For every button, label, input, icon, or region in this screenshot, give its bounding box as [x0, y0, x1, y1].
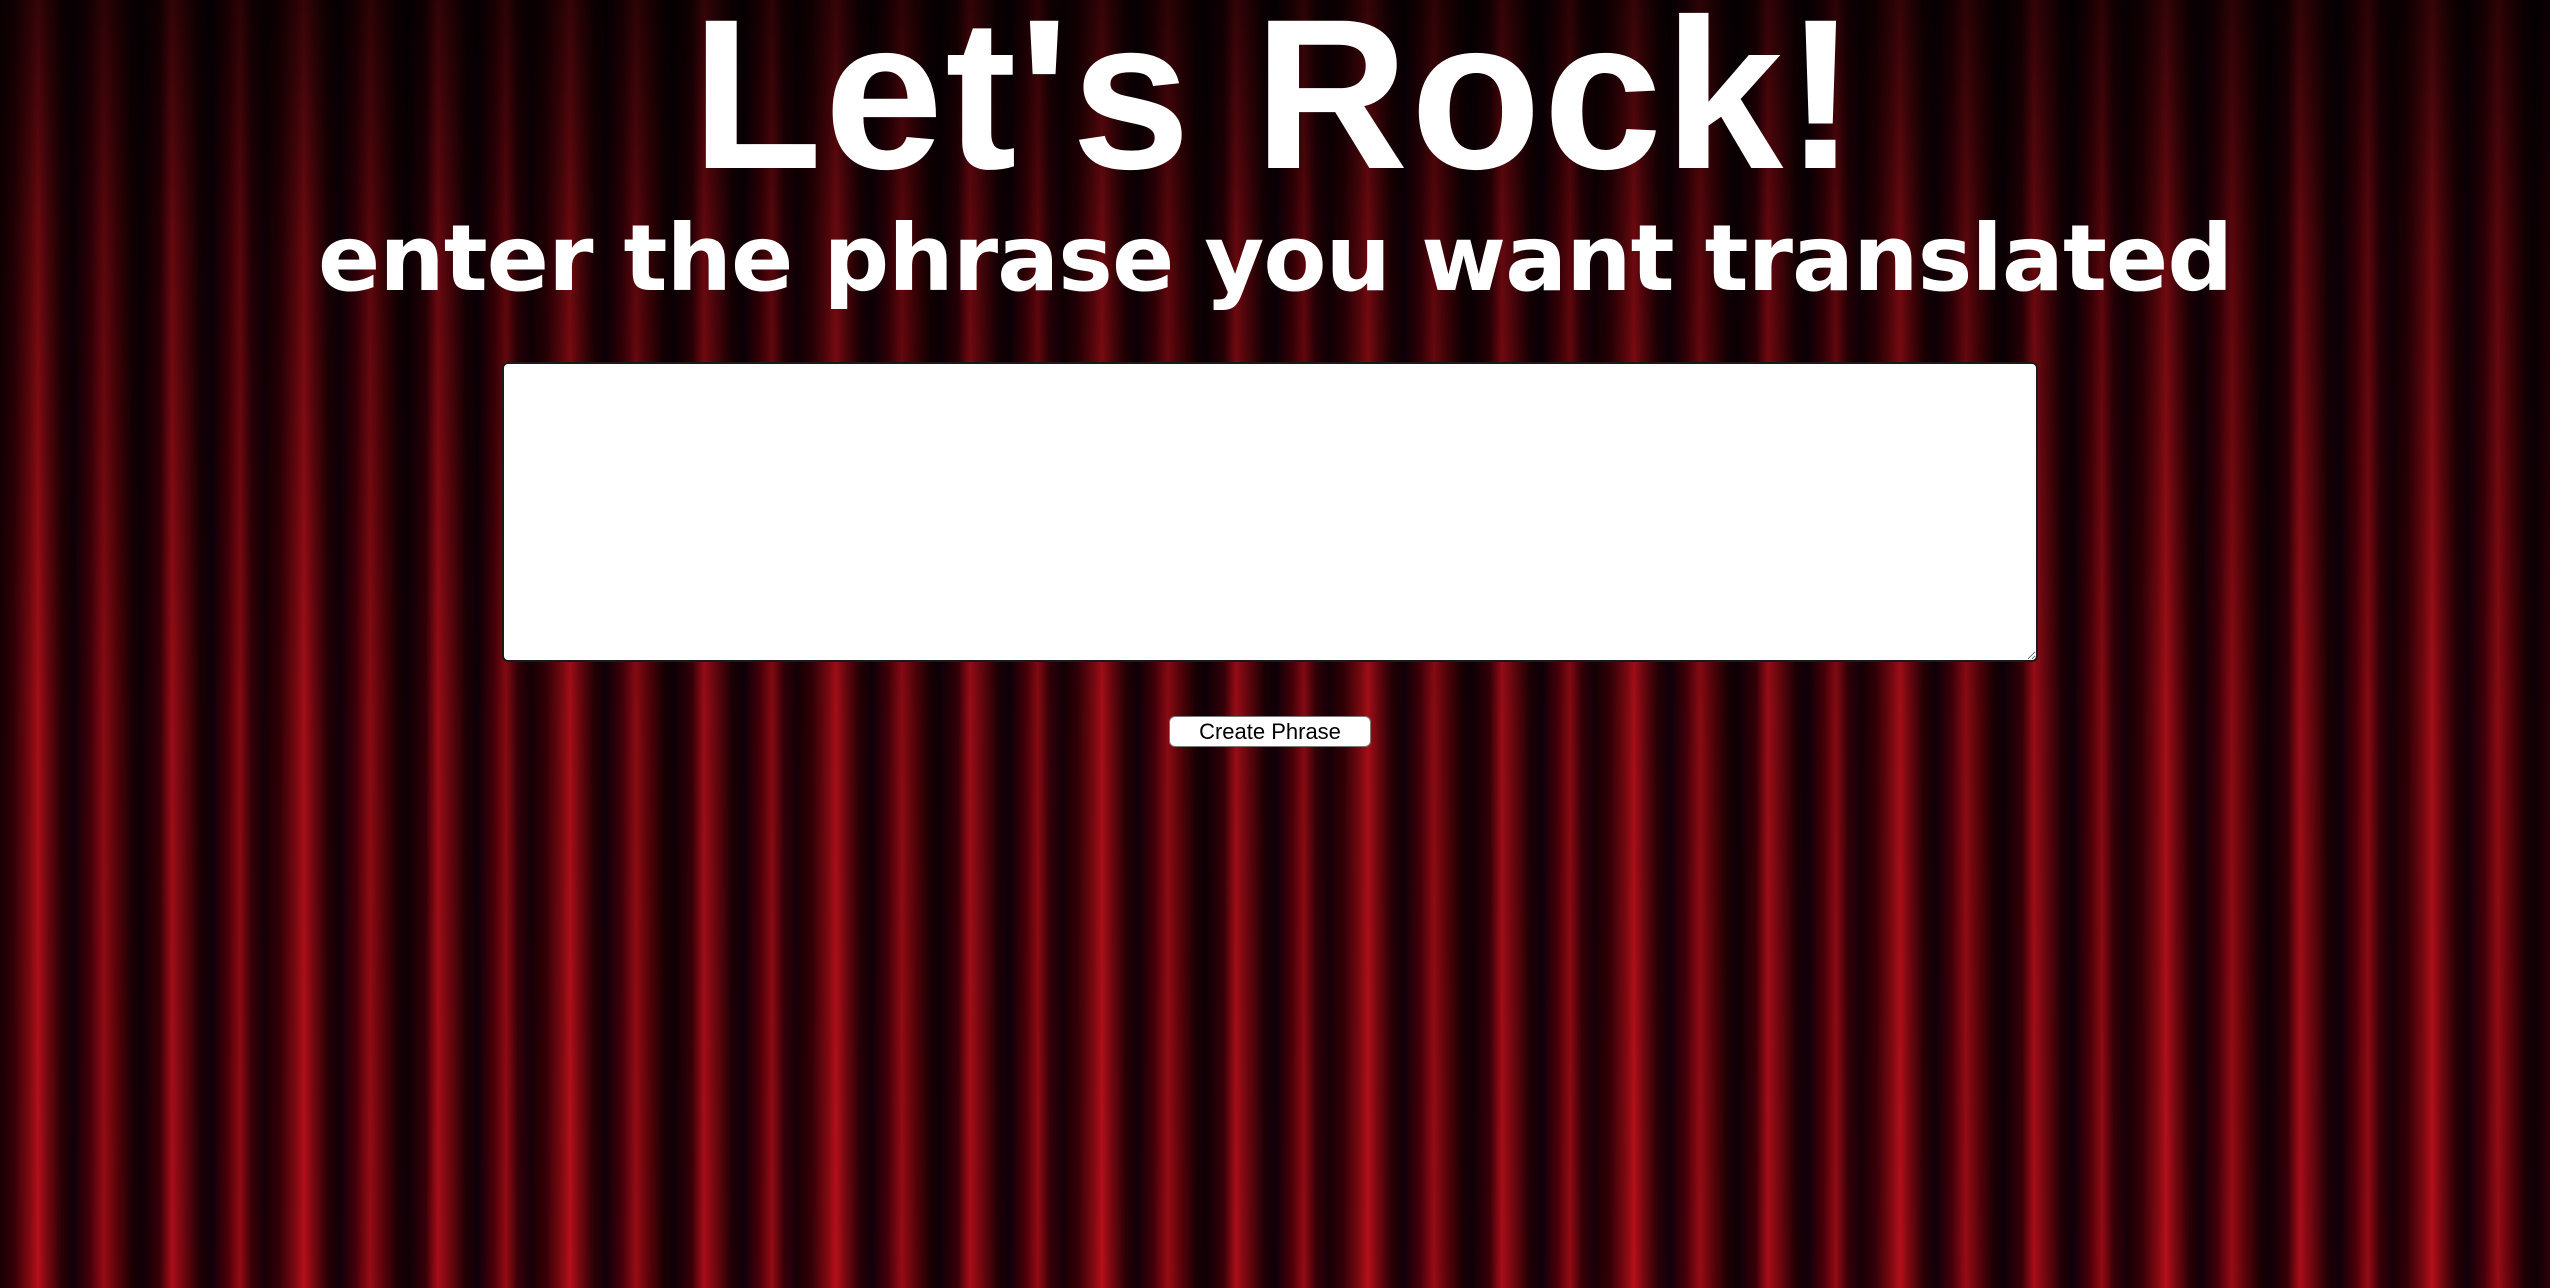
phrase-textarea[interactable] [502, 362, 2038, 662]
page-title: Let's Rock! [691, 0, 1859, 214]
page-subtitle: enter the phrase you want translated [317, 205, 2233, 312]
create-phrase-button[interactable]: Create Phrase [1169, 716, 1371, 747]
curtain-background: Let's Rock! enter the phrase you want tr… [0, 0, 2550, 1288]
